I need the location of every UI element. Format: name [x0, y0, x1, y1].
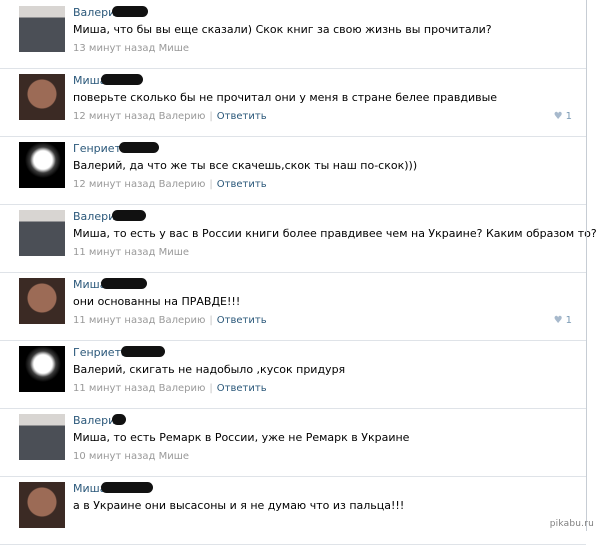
avatar[interactable] [19, 74, 65, 120]
comment-time[interactable]: 11 минут назад Мише [73, 247, 189, 258]
comment-text: Валерий, да что же ты все скачешь,скок т… [73, 159, 418, 172]
avatar[interactable] [19, 482, 65, 528]
like-count: 1 [565, 315, 572, 326]
reply-link[interactable]: Ответить [217, 179, 267, 190]
comment-item: Миша а в Украине они высасоны и я не дума… [0, 476, 586, 545]
comment-meta: 12 минут назад Валерию | Ответить [73, 111, 267, 122]
redacted-surname [101, 482, 153, 493]
comment-meta: 11 минут назад Валерию | Ответить [73, 383, 267, 394]
reply-link[interactable]: Ответить [217, 111, 267, 122]
meta-separator: | [209, 179, 213, 190]
like-button[interactable]: ♥ 1 [554, 315, 572, 326]
redacted-surname [101, 74, 143, 85]
comment-time[interactable]: 12 минут назад Валерию [73, 179, 205, 190]
redacted-surname [121, 346, 165, 357]
comment-time[interactable]: 11 минут назад Валерию [73, 315, 205, 326]
avatar[interactable] [19, 6, 65, 52]
redacted-surname [112, 210, 146, 221]
comment-item: Генриета Валерий, скигать не надобыло ,ку… [0, 340, 586, 409]
comment-time[interactable]: 12 минут назад Валерию [73, 111, 205, 122]
comment-time[interactable]: 10 минут назад Мише [73, 451, 189, 462]
comment-text: Миша, то есть Ремарк в России, уже не Ре… [73, 431, 410, 444]
comment-text: они основанны на ПРАВДЕ!!! [73, 295, 241, 308]
heart-icon: ♥ [553, 111, 563, 122]
author-link[interactable]: Генриета [73, 346, 128, 359]
comment-text: Миша, то есть у вас в России книги более… [73, 227, 597, 240]
like-count: 1 [565, 111, 572, 122]
redacted-surname [112, 6, 148, 17]
comment-text: поверьте сколько бы не прочитал они у ме… [73, 91, 498, 104]
comment-item: Валерий Миша, что бы вы еще сказали) Скок… [0, 0, 586, 69]
heart-icon: ♥ [553, 315, 563, 326]
meta-separator: | [209, 383, 213, 394]
redacted-surname [112, 414, 126, 425]
comment-text: Валерий, скигать не надобыло ,кусок прид… [73, 363, 346, 376]
reply-link[interactable]: Ответить [217, 383, 267, 394]
meta-separator: | [209, 111, 213, 122]
comment-item: Генриета Валерий, да что же ты все скачеш… [0, 136, 586, 205]
comment-item: Валерий Миша, то есть у вас в России книг… [0, 204, 597, 273]
comment-item: Миша поверьте сколько бы не прочитал они … [0, 68, 586, 137]
comment-meta: 12 минут назад Валерию | Ответить [73, 179, 267, 190]
avatar[interactable] [19, 414, 65, 460]
watermark: pikabu.ru [549, 519, 594, 529]
comment-feed: Валерий Миша, что бы вы еще сказали) Скок… [0, 0, 600, 545]
reply-link[interactable]: Ответить [217, 315, 267, 326]
redacted-surname [101, 278, 147, 289]
meta-separator: | [209, 315, 213, 326]
comment-meta: 11 минут назад Мише [73, 247, 189, 258]
comment-meta: 10 минут назад Мише [73, 451, 189, 462]
like-button[interactable]: ♥ 1 [554, 111, 572, 122]
comment-meta: 11 минут назад Валерию | Ответить [73, 315, 267, 326]
avatar[interactable] [19, 278, 65, 324]
avatar[interactable] [19, 210, 65, 256]
avatar[interactable] [19, 142, 65, 188]
comment-item: Валерий Миша, то есть Ремарк в России, уж… [0, 408, 586, 477]
comment-time[interactable]: 11 минут назад Валерию [73, 383, 205, 394]
feed-right-border [586, 0, 587, 531]
redacted-surname [119, 142, 159, 153]
comment-text: а в Украине они высасоны и я не думаю чт… [73, 499, 405, 512]
avatar[interactable] [19, 346, 65, 392]
comment-time[interactable]: 13 минут назад Мише [73, 43, 189, 54]
comment-meta: 13 минут назад Мише [73, 43, 189, 54]
comment-item: Миша они основанны на ПРАВДЕ!!! 11 минут н… [0, 272, 586, 341]
comment-text: Миша, что бы вы еще сказали) Скок книг з… [73, 23, 492, 36]
